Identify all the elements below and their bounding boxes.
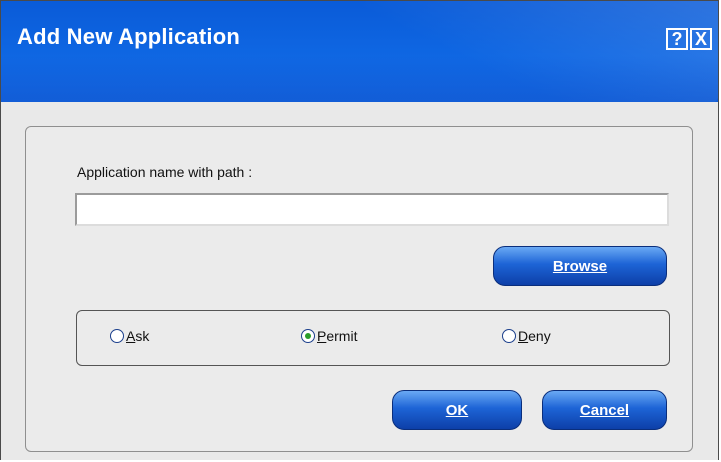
radio-permit-circle[interactable]: [301, 329, 315, 343]
ok-label: OK: [445, 401, 469, 419]
permission-radio-group: Ask Permit Deny: [76, 310, 670, 366]
form-panel: Application name with path : Browse Ask …: [25, 126, 693, 452]
title-bar[interactable]: Add New Application ? X: [1, 1, 718, 102]
ok-button[interactable]: OK: [392, 390, 522, 430]
close-button[interactable]: X: [690, 28, 712, 50]
radio-ask-label: Ask: [126, 328, 150, 344]
cancel-button[interactable]: Cancel: [542, 390, 667, 430]
cancel-label: Cancel: [579, 401, 630, 419]
help-button[interactable]: ?: [666, 28, 688, 50]
title-bar-shade: [1, 56, 718, 102]
dialog-title: Add New Application: [17, 24, 240, 49]
radio-deny[interactable]: Deny: [502, 328, 551, 344]
close-icon: X: [694, 29, 707, 49]
add-application-dialog: Add New Application ? X Application name…: [0, 0, 719, 460]
browse-button[interactable]: Browse: [493, 246, 667, 286]
radio-permit-label: Permit: [317, 328, 358, 344]
help-icon: ?: [671, 29, 683, 49]
radio-deny-circle[interactable]: [502, 329, 516, 343]
radio-ask-circle[interactable]: [110, 329, 124, 343]
path-label: Application name with path :: [77, 164, 253, 180]
radio-deny-label: Deny: [518, 328, 551, 344]
radio-ask[interactable]: Ask: [110, 328, 149, 344]
radio-permit[interactable]: Permit: [301, 328, 357, 344]
path-input[interactable]: [75, 193, 669, 226]
browse-label: Browse: [552, 257, 608, 275]
